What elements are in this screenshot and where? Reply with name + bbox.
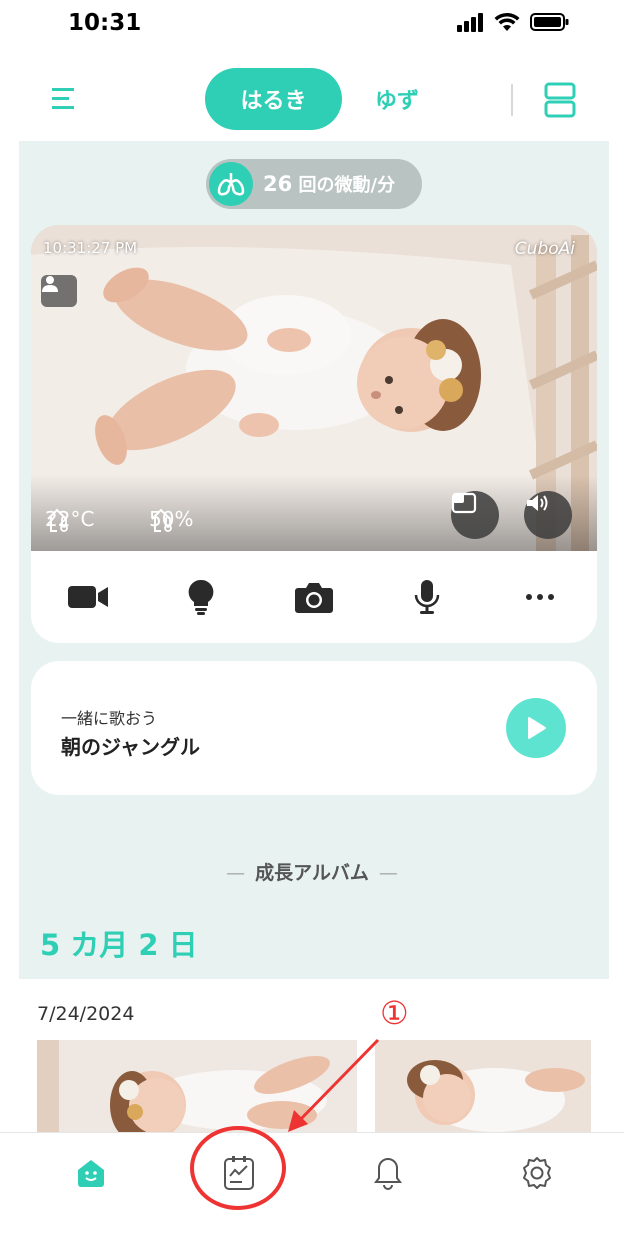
album-heading: — 成長アルバム —: [226, 862, 398, 884]
microphone-icon[interactable]: [397, 567, 457, 627]
report-icon[interactable]: [209, 1143, 269, 1203]
home-icon[interactable]: [61, 1143, 121, 1203]
home-thermometer-icon: [151, 508, 172, 532]
tab-yuzu[interactable]: ゆず: [352, 68, 442, 130]
signal-icon: [457, 13, 483, 32]
header: はるき ゆず: [0, 60, 624, 140]
speaker-icon[interactable]: [524, 491, 572, 539]
camera-card: 10:31:27 PM CuboAi 22°C 50%: [31, 225, 597, 643]
settings-icon[interactable]: [507, 1143, 567, 1203]
breathing-unit: 回の微動/分: [298, 175, 396, 196]
album-date: 7/24/2024: [37, 1003, 135, 1025]
wifi-icon: [494, 12, 520, 31]
status-bar: 10:31: [0, 0, 624, 50]
split-view-icon[interactable]: [542, 80, 578, 120]
breathing-count: 26: [263, 172, 293, 196]
breathing-text: 26 回の微動/分: [263, 171, 395, 197]
camera-timestamp: 10:31:27 PM: [43, 239, 138, 257]
annotation-number: ①: [380, 994, 409, 1032]
album-photo[interactable]: [37, 1040, 357, 1140]
camera-controls: [31, 551, 597, 643]
song-subtitle: 一緒に歌おう: [61, 709, 158, 728]
humidity-reading: 50%: [149, 507, 193, 532]
picture-in-picture-icon[interactable]: [451, 491, 499, 539]
play-icon[interactable]: [506, 698, 566, 758]
battery-icon: [530, 13, 569, 31]
camera-shade: [31, 475, 597, 551]
camera-brand: CuboAi: [514, 239, 575, 259]
status-icons: [456, 12, 570, 32]
video-icon[interactable]: [58, 567, 118, 627]
tab-bar: [0, 1132, 624, 1241]
album-heading-text: 成長アルバム: [255, 862, 369, 884]
album-photo[interactable]: [375, 1040, 591, 1140]
temperature-reading: 22°C: [45, 507, 94, 532]
light-bulb-icon[interactable]: [171, 567, 231, 627]
user-icon[interactable]: [41, 275, 77, 307]
header-divider: [511, 84, 513, 116]
status-time: 10:31: [68, 10, 142, 36]
baby-age: 5 カ月 2 日: [40, 928, 198, 962]
breathing-indicator[interactable]: 26 回の微動/分: [206, 159, 422, 209]
more-icon[interactable]: [510, 567, 570, 627]
camera-feed[interactable]: 10:31:27 PM CuboAi 22°C 50%: [31, 225, 597, 551]
lungs-icon: [209, 162, 253, 206]
camera-icon[interactable]: [284, 567, 344, 627]
menu-icon[interactable]: [48, 82, 82, 116]
song-card[interactable]: 一緒に歌おう 朝のジャングル: [31, 661, 597, 795]
bell-icon[interactable]: [358, 1143, 418, 1203]
tab-haruki[interactable]: はるき: [205, 68, 342, 130]
home-thermometer-icon: [47, 508, 68, 532]
song-title: 朝のジャングル: [61, 735, 200, 759]
